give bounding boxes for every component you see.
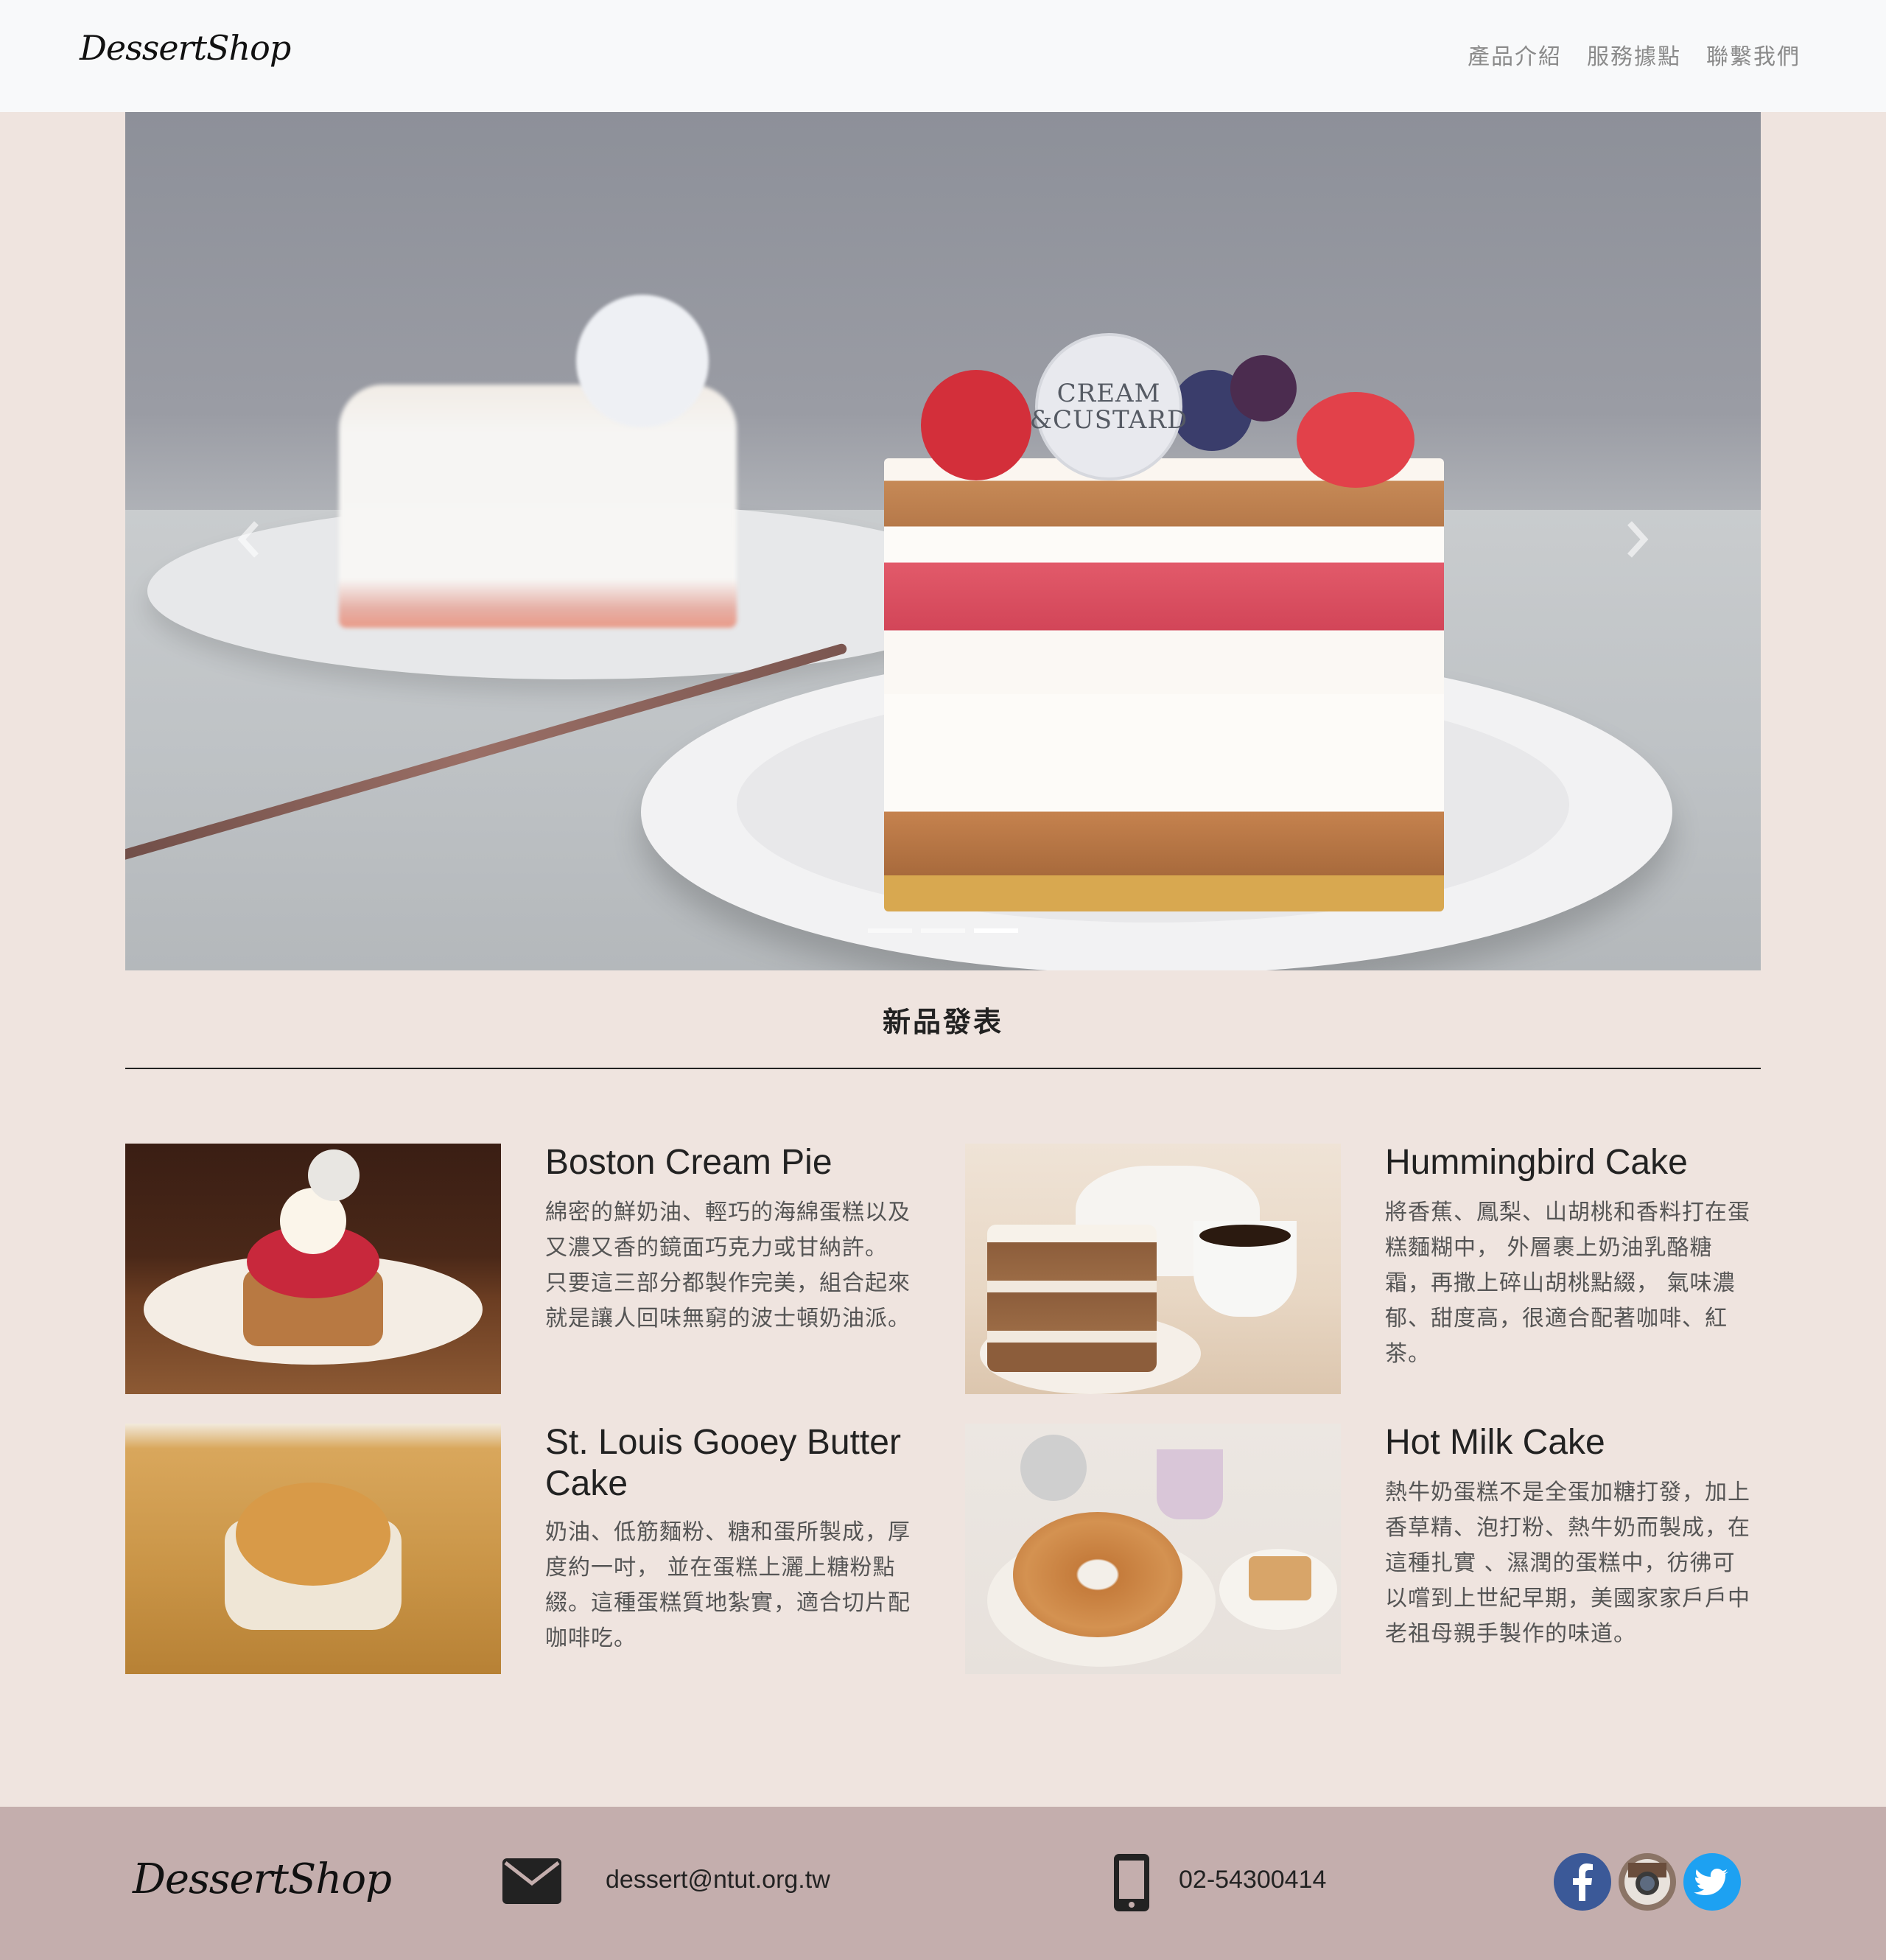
strawberry <box>921 370 1031 480</box>
product-description: 將香蕉、鳳梨、山胡桃和香料打在蛋糕麵糊中， 外層裹上奶油乳酪糖霜，再撒上碎山胡桃… <box>1385 1200 1750 1367</box>
product-name: Boston Cream Pie <box>545 1143 832 1182</box>
footer: DessertShop dessert@ntut.org.tw 02-54300… <box>0 1807 1886 1960</box>
nav-link-contact[interactable]: 聯繫我們 <box>1706 38 1801 71</box>
cupcake-top <box>236 1483 390 1586</box>
product-description: 奶油、低筋麵粉、糖和蛋所製成，厚度約一吋， 並在蛋糕上灑上糖粉點綴。這種蛋糕質地… <box>545 1519 911 1651</box>
product-image-gooey-butter-cake <box>125 1424 501 1674</box>
nav-link-locations[interactable]: 服務據點 <box>1587 38 1681 71</box>
cake-tag-logo: CREAM &CUSTARD <box>1030 333 1187 480</box>
footer-phone[interactable]: 02-54300414 <box>1179 1866 1326 1894</box>
product-name: St. Louis Gooey Butter Cake <box>545 1423 901 1503</box>
product-image-hot-milk-cake <box>965 1424 1341 1674</box>
cup <box>1157 1449 1223 1519</box>
section-title: 新品發表 <box>882 1006 1003 1038</box>
carousel-indicator-1[interactable] <box>868 928 912 933</box>
coffee <box>1199 1225 1291 1247</box>
product-image-hummingbird-cake <box>965 1144 1341 1394</box>
facebook-icon[interactable] <box>1553 1852 1612 1911</box>
nav-links: 產品介紹 服務據點 聯繫我們 <box>1468 38 1801 71</box>
cake-slice <box>987 1225 1157 1372</box>
product-name: Hot Milk Cake <box>1385 1423 1605 1462</box>
footer-logo[interactable]: DessertShop <box>133 1855 392 1903</box>
brand-logo[interactable]: DessertShop <box>80 28 291 68</box>
hero-carousel: CREAM &CUSTARD <box>125 112 1761 970</box>
carousel-prev-button[interactable] <box>220 495 278 584</box>
nav-link-products[interactable]: 產品介紹 <box>1468 38 1562 71</box>
phone-icon <box>1114 1854 1149 1911</box>
blueberry <box>1230 355 1297 421</box>
envelope-icon <box>502 1858 561 1904</box>
bundt-cake <box>1013 1512 1182 1637</box>
carousel-indicators <box>868 928 1018 933</box>
product-image-boston-cream-pie <box>125 1144 501 1394</box>
chevron-right-icon <box>1627 521 1649 558</box>
product-description: 綿密的鮮奶油、輕巧的海綿蛋糕以及又濃又香的鏡面巧克力或甘納許。 只要這三部分都製… <box>545 1200 911 1331</box>
navbar: DessertShop 產品介紹 服務據點 聯繫我們 <box>0 0 1886 112</box>
product-description: 熱牛奶蛋糕不是全蛋加糖打發，加上香草精、泡打粉、熱牛奶而製成，在這種扎實 、濕潤… <box>1385 1480 1750 1647</box>
twitter-icon[interactable] <box>1683 1852 1742 1911</box>
strawberry <box>1297 392 1414 488</box>
carousel-next-button[interactable] <box>1608 495 1666 584</box>
carousel-photo-cake-front <box>884 458 1444 911</box>
cake-piece <box>1249 1556 1311 1600</box>
carousel-indicator-3[interactable] <box>974 928 1018 933</box>
section-divider <box>125 1068 1761 1069</box>
chevron-left-icon <box>237 521 259 558</box>
footer-email[interactable]: dessert@ntut.org.tw <box>606 1866 830 1894</box>
instagram-icon[interactable] <box>1618 1852 1677 1911</box>
carousel-indicator-2[interactable] <box>921 928 965 933</box>
carousel-photo-tag-back <box>576 295 709 427</box>
sieve <box>1020 1435 1087 1501</box>
tag <box>308 1149 360 1201</box>
carousel-photo-cake-back <box>339 385 737 628</box>
product-name: Hummingbird Cake <box>1385 1143 1688 1182</box>
